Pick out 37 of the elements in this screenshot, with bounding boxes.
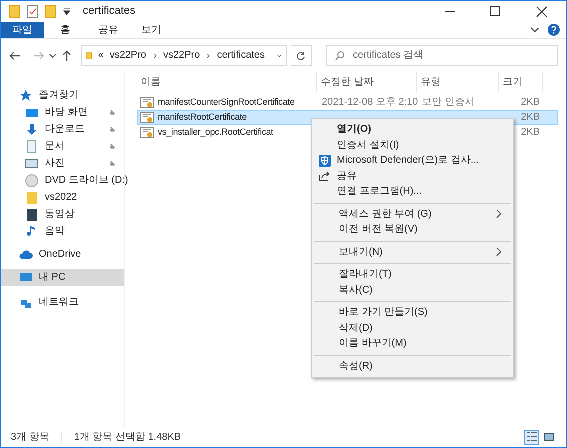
menu-label: 잘라내기(T) (339, 268, 393, 282)
menu-label: 열기(O) (337, 123, 372, 138)
file-size: 2KB (521, 126, 540, 140)
item-count: 3개 항목 (11, 430, 50, 444)
menu-label: 인증서 설치(I) (337, 138, 400, 153)
sidebar-label: 바탕 화면 (45, 106, 89, 120)
menu-label: 보내기(N) (339, 246, 384, 260)
sidebar-label: DVD 드라이브 (D:) (45, 174, 128, 188)
sidebar-label: 문서 (45, 140, 66, 154)
menu-label: 바로 가기 만들기(S) (339, 306, 429, 320)
file-name: manifestCounterSignRootCertificate (158, 96, 295, 109)
sidebar-label: 내 PC (39, 271, 67, 285)
file-size: 2KB (521, 111, 540, 125)
file-size: 2KB (521, 96, 540, 110)
menu-label: 복사(C) (339, 284, 374, 298)
menu-label: 속성(R) (339, 360, 374, 374)
sidebar-label: vs2022 (45, 191, 78, 205)
sidebar-label: 네트워크 (39, 296, 80, 310)
sidebar-label: 동영상 (45, 208, 76, 222)
sidebar-label: 다운로드 (45, 123, 86, 137)
modified-date: 2021-12-08 오후 2:10 (322, 97, 418, 108)
sidebar-label: OneDrive (39, 248, 82, 262)
menu-label: 액세스 권한 부여 (G) (339, 208, 433, 222)
sidebar-label: 사진 (45, 157, 66, 171)
file-name: vs_installer_opc.RootCertificat (158, 126, 274, 139)
sidebar-label: 음악 (45, 225, 66, 239)
menu-label: 연결 프로그램(H)... (337, 185, 423, 200)
menu-label: 이름 바꾸기(M) (339, 337, 408, 352)
sidebar-label: 즐겨찾기 (39, 89, 80, 103)
file-name: manifestRootCertificate (158, 110, 247, 124)
menu-label: 공유 (337, 170, 358, 184)
menu-label: Microsoft Defender(으)로 검사... (337, 154, 480, 168)
menu-label: 삭제(D) (339, 322, 374, 336)
menu-label: 이전 버전 복원(V) (339, 223, 419, 238)
selection-info: 1개 항목 선택함 1.48KB (74, 430, 182, 444)
window-title: certificates (83, 4, 137, 20)
file-type: 보안 인증서 (422, 97, 475, 108)
